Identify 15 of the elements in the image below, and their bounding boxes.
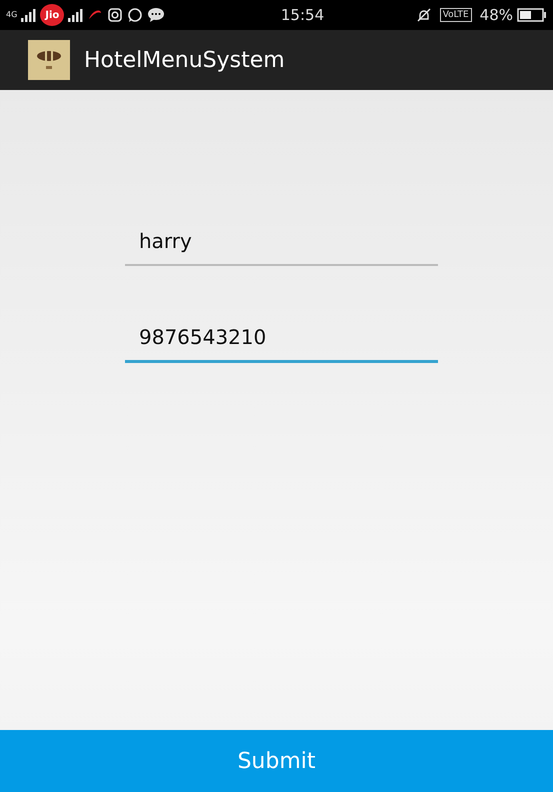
volte-label: VoLTE [440,8,472,22]
network-type-label: 4G [6,11,18,19]
app-logo-icon [28,40,70,80]
text-field[interactable]: 9876543210 [125,322,438,363]
app-title: HotelMenuSystem [84,46,285,74]
muted-bell-icon [416,7,432,23]
text-field[interactable]: harry [125,226,438,266]
carrier-logo: Jio [40,4,64,26]
chat-icon [147,7,166,23]
battery-percent-label: 48% [480,4,513,26]
battery-icon [517,8,547,22]
instagram-icon [107,7,124,23]
signal-icon [21,8,36,22]
signal-icon [68,8,84,22]
time-label: 15:54 [280,4,324,26]
